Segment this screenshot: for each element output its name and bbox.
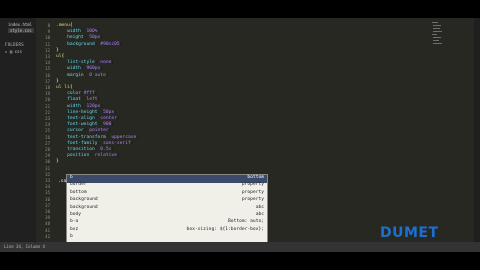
autocomplete-hint: property [241, 182, 264, 188]
line-number: 27 [45, 140, 50, 146]
code-line: margin: 0 auto; [67, 72, 109, 78]
line-number: 18 [45, 85, 50, 90]
sidebar-folder-css[interactable]: ▸ ▤ css [5, 49, 22, 54]
line-number: 22 [45, 109, 50, 115]
autocomplete-hint: abc [255, 212, 264, 217]
line-number: 35 [45, 190, 50, 196]
code-line: cursor: pointer; [67, 128, 112, 134]
sidebar-open-file-style[interactable]: style.css [8, 28, 34, 33]
line-number: 12 [45, 47, 50, 53]
autocomplete-key: bottom [70, 189, 87, 195]
line-number: 20 [45, 97, 50, 103]
file-sidebar: index.html style.css FOLDERS ▸ ▤ css [0, 18, 37, 252]
letterbox-top [0, 0, 480, 18]
line-number: 16 [45, 72, 50, 78]
line-number: 14 [45, 60, 50, 66]
letterbox-bottom [0, 252, 480, 270]
code-line: line-height: 50px; [67, 109, 117, 115]
autocomplete-hint: property [241, 197, 264, 203]
line-number: 30 [45, 159, 50, 165]
line-number: 15 [45, 66, 50, 72]
line-number: 13 [45, 54, 50, 59]
dumet-logo: DUMET [380, 225, 439, 241]
autocomplete-hint: Bottom: auto; [228, 219, 264, 225]
code-line: position: relative; [67, 153, 120, 159]
code-line: width: 960px; [67, 66, 104, 72]
line-number: 24 [45, 122, 50, 128]
line-number: 42 [45, 233, 50, 239]
autocomplete-key: background [70, 204, 98, 210]
line-number: 37 [45, 202, 50, 208]
line-number: 17 [45, 78, 50, 84]
autocomplete-key: body [70, 212, 82, 217]
line-number: 33 [45, 178, 50, 183]
line-number: 36 [45, 196, 50, 202]
autocomplete-key: bxz [70, 226, 79, 232]
line-number: 31 [45, 165, 50, 171]
autocomplete-item[interactable]: b [67, 234, 267, 242]
line-number: 29 [45, 153, 50, 159]
autocomplete-hint: bottom [247, 175, 264, 180]
folders-heading: FOLDERS [5, 42, 24, 47]
line-number: 25 [45, 128, 50, 134]
autocomplete-hint: abc [255, 204, 264, 210]
autocomplete-key: b [70, 175, 73, 180]
line-number: 26 [45, 134, 50, 140]
line-number: 8 [47, 23, 50, 28]
autocomplete-hint: box-sizing: ${1:border-box}; [186, 226, 264, 232]
line-number: 21 [45, 103, 50, 109]
line-number: 41 [45, 227, 50, 233]
line-number: 28 [45, 147, 50, 152]
line-number: 19 [45, 91, 50, 97]
line-number: 11 [45, 41, 50, 47]
autocomplete-hint: property [241, 189, 264, 195]
code-line: } [56, 159, 59, 165]
code-line: text-transform: uppercase; [67, 134, 140, 140]
code-line: } [56, 78, 59, 84]
minimap[interactable] [430, 18, 444, 252]
code-line: height: 50px; [67, 35, 104, 41]
status-bar: Line 34, Column 4 [0, 242, 480, 252]
line-number: 34 [45, 184, 50, 190]
line-number: 32 [45, 171, 50, 177]
line-number: 10 [45, 35, 50, 41]
code-editor-window: index.html style.css FOLDERS ▸ ▤ css 891… [0, 18, 480, 252]
code-line: } [56, 47, 59, 53]
line-number: 40 [45, 221, 50, 227]
code-line: float: left; [67, 97, 101, 103]
status-position: Line 34, Column 4 [4, 244, 45, 249]
autocomplete-key: b-a [70, 219, 79, 225]
line-number: 9 [47, 29, 50, 35]
autocomplete-key: b [70, 234, 73, 240]
autocomplete-key: border [70, 182, 87, 188]
autocomplete-popup[interactable]: b bottom border property bottom property backg… [66, 174, 268, 244]
code-line: font-family: sans-serif; [67, 140, 134, 146]
autocomplete-key: background [70, 197, 98, 203]
code-line: width: 120px; [67, 103, 104, 109]
line-number: 38 [45, 209, 50, 214]
vertical-scrollbar[interactable] [474, 18, 480, 252]
code-line: background: #90cc05; [67, 41, 123, 47]
folder-icon: ▸ ▤ [5, 49, 15, 54]
sidebar-open-file-index[interactable]: index.html [8, 22, 32, 27]
line-number-gutter: 8 9 10 11 12 13 14 15 16 17 18 19 20 21 22 23 24 25 26 27 28… [36, 18, 52, 252]
line-number: 39 [45, 215, 50, 221]
line-number: 23 [45, 116, 50, 121]
